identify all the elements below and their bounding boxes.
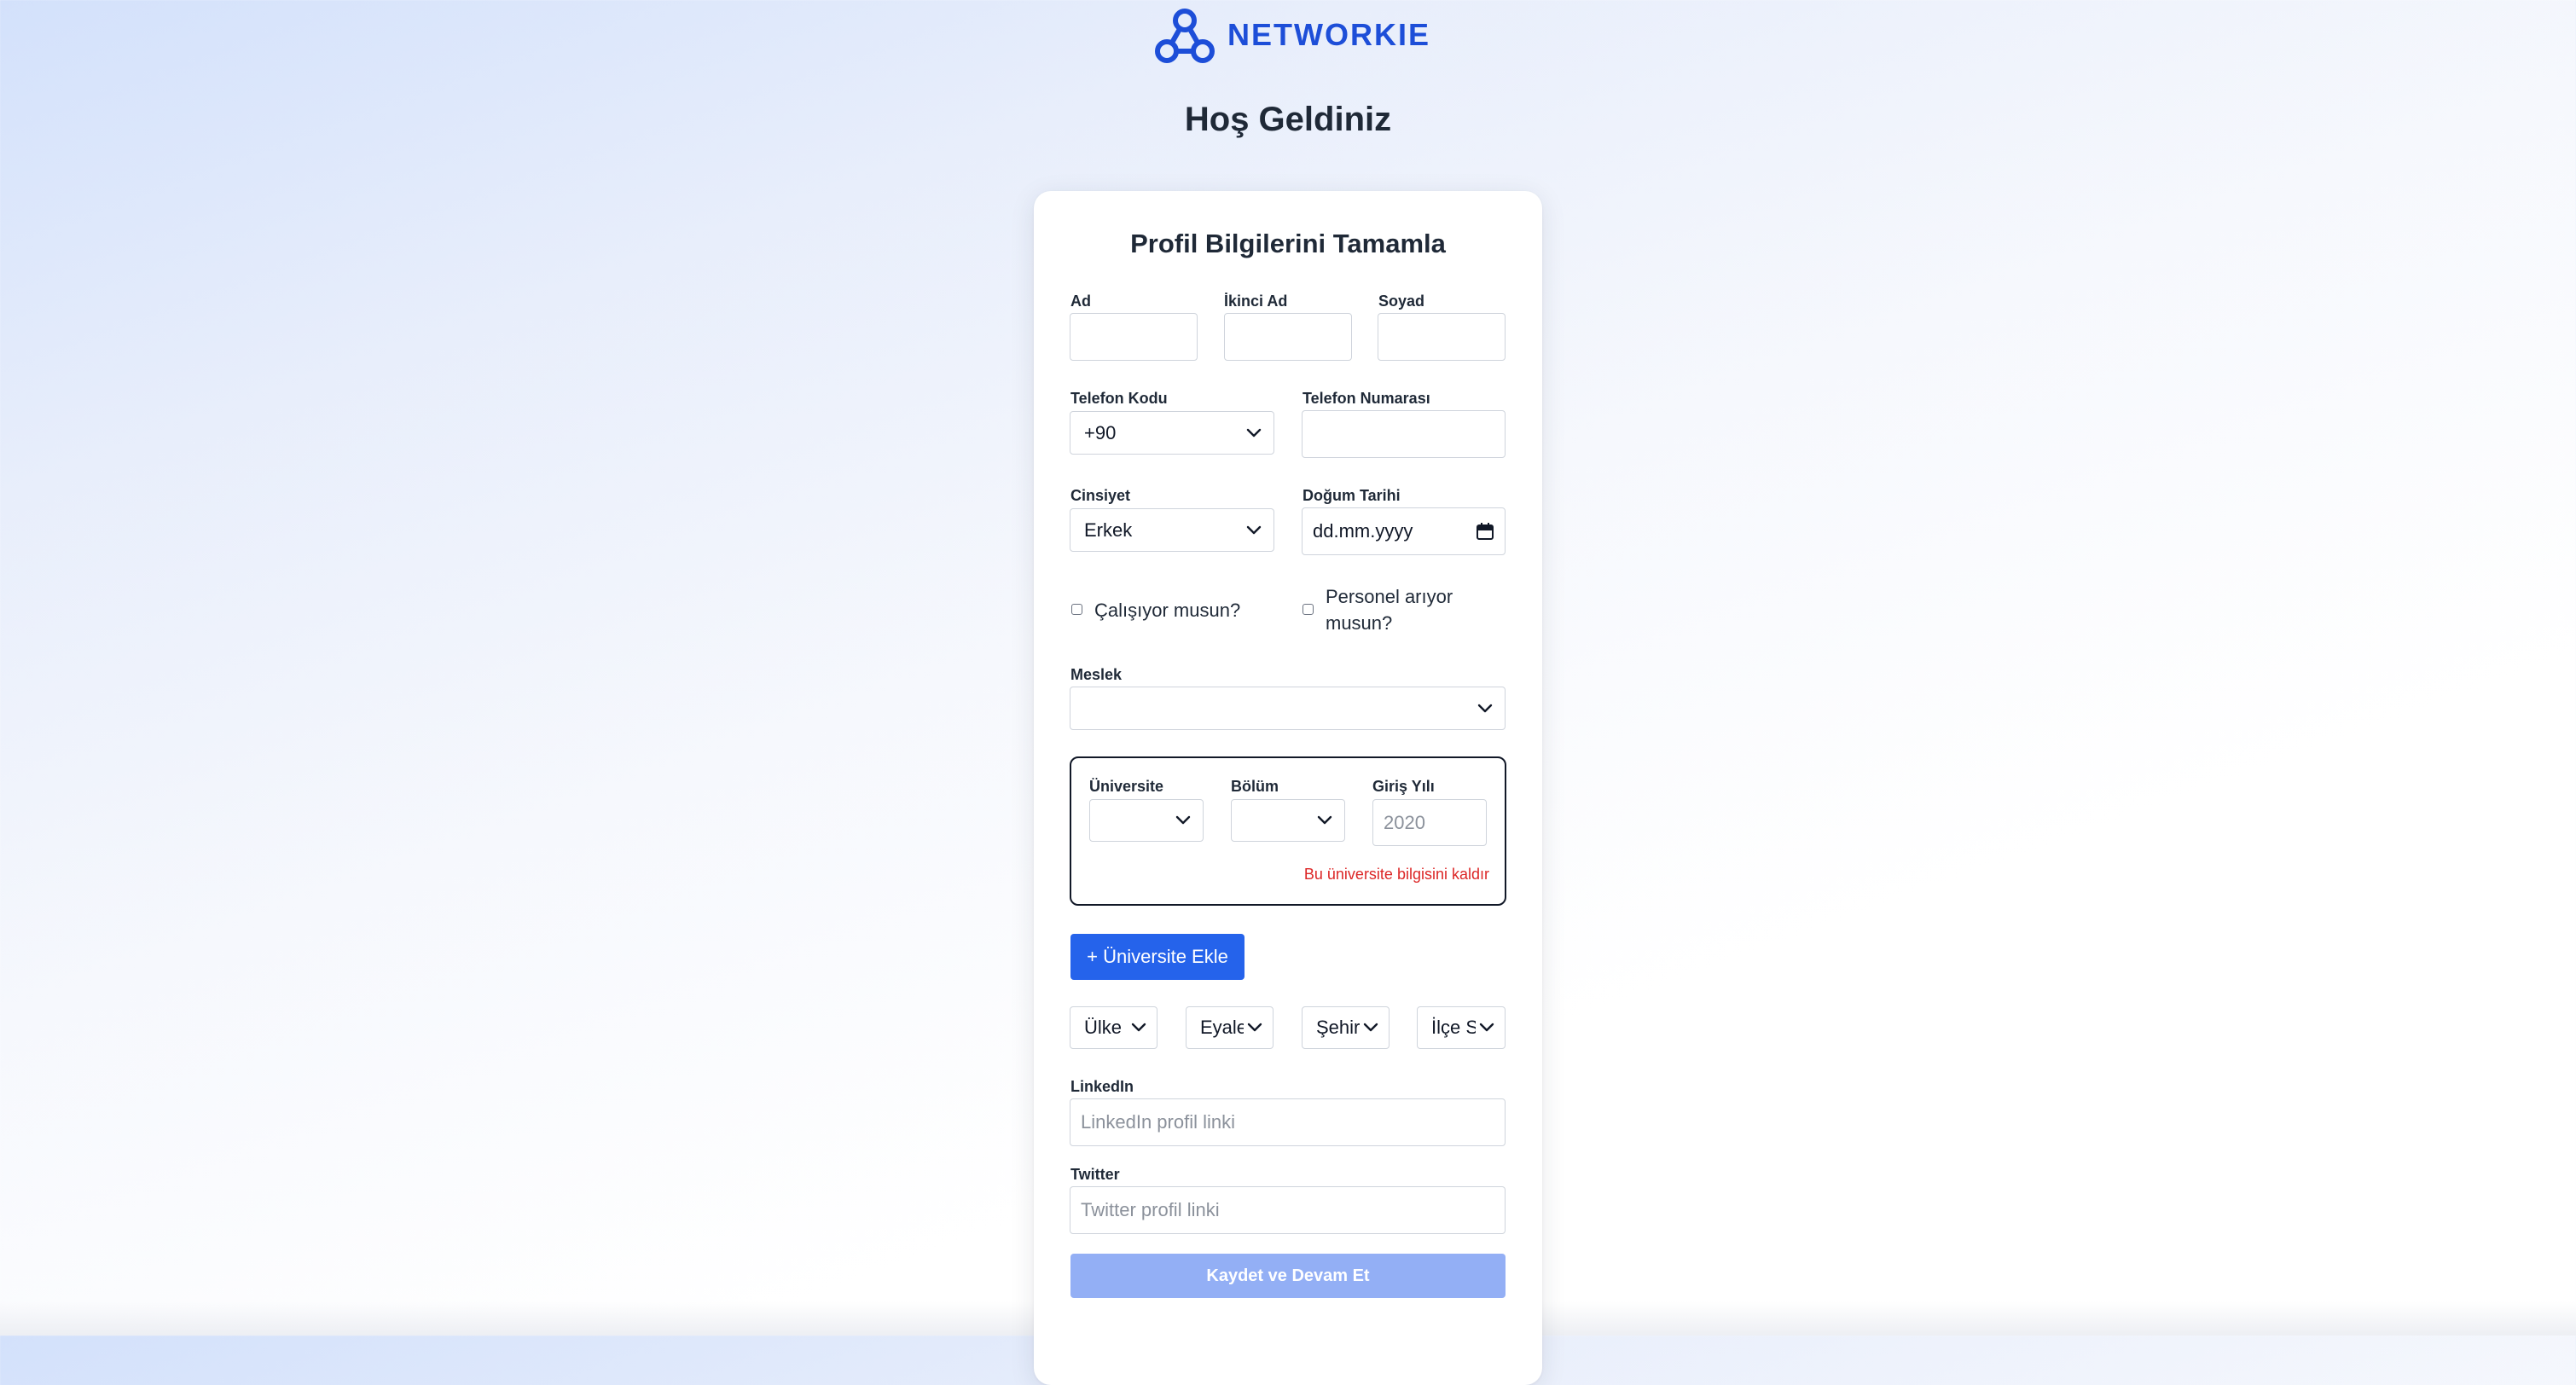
profession-label: Meslek — [1070, 666, 1123, 683]
entry-year-label: Giriş Yılı — [1372, 778, 1435, 795]
chevron-down-icon — [1175, 815, 1191, 825]
phone-number-field[interactable] — [1302, 410, 1506, 458]
university-label: Üniversite — [1089, 778, 1164, 795]
last-name-field[interactable] — [1378, 313, 1506, 361]
twitter-label: Twitter — [1070, 1166, 1120, 1183]
birth-date-label: Doğum Tarihi — [1303, 487, 1401, 504]
entry-year-field[interactable] — [1372, 799, 1487, 846]
phone-number-label: Telefon Numarası — [1303, 390, 1430, 407]
calendar-icon[interactable] — [1476, 522, 1494, 541]
entry-year-input[interactable] — [1373, 800, 1486, 845]
form-title: Profil Bilgilerini Tamamla — [1130, 229, 1446, 258]
middle-name-input[interactable] — [1225, 314, 1351, 360]
city-select[interactable]: Şehir — [1302, 1006, 1390, 1049]
page-title: Hoş Geldiniz — [1184, 101, 1392, 138]
phone-code-select[interactable]: +90 — [1070, 411, 1274, 455]
working-checkbox-label[interactable]: Çalışıyor musun? — [1094, 597, 1240, 623]
country-select[interactable]: Ülke — [1070, 1006, 1157, 1049]
country-value: Ülke — [1084, 1017, 1123, 1038]
gender-select[interactable]: Erkek — [1070, 508, 1274, 552]
twitter-field[interactable] — [1070, 1186, 1506, 1234]
brand-name: NETWORKIE — [1227, 17, 1430, 52]
first-name-label: Ad — [1070, 293, 1091, 310]
gender-label: Cinsiyet — [1070, 487, 1131, 504]
last-name-label: Soyad — [1378, 293, 1425, 310]
state-select[interactable]: Eyalet — [1186, 1006, 1273, 1049]
chevron-down-icon — [1131, 1023, 1146, 1032]
networkie-logo-icon — [1155, 9, 1215, 63]
hiring-checkbox-label-line1[interactable]: Personel arıyor — [1326, 583, 1453, 610]
last-name-input[interactable] — [1378, 314, 1505, 360]
department-label: Bölüm — [1231, 778, 1279, 795]
save-continue-button[interactable]: Kaydet ve Devam Et — [1070, 1254, 1506, 1298]
linkedin-label: LinkedIn — [1070, 1078, 1134, 1095]
chevron-down-icon — [1246, 525, 1262, 534]
first-name-field[interactable] — [1070, 313, 1198, 361]
district-value: İlçe Seçin — [1431, 1017, 1476, 1038]
university-select[interactable] — [1089, 799, 1204, 842]
birth-date-value: dd.mm.yyyy — [1313, 520, 1413, 542]
linkedin-input[interactable] — [1070, 1099, 1505, 1145]
middle-name-label: İkinci Ad — [1224, 293, 1288, 310]
add-university-button[interactable]: + Üniversite Ekle — [1070, 934, 1244, 980]
birth-date-input[interactable]: dd.mm.yyyy — [1302, 507, 1506, 555]
chevron-down-icon — [1479, 1023, 1494, 1032]
state-value: Eyalet — [1200, 1017, 1244, 1038]
phone-code-label: Telefon Kodu — [1070, 390, 1168, 407]
phone-code-value: +90 — [1084, 421, 1117, 443]
brand-logo[interactable]: NETWORKIE — [1154, 5, 1430, 65]
city-value: Şehir — [1316, 1017, 1360, 1038]
gender-value: Erkek — [1084, 519, 1133, 541]
linkedin-field[interactable] — [1070, 1098, 1506, 1146]
hiring-checkbox-label-line2[interactable]: musun? — [1326, 610, 1392, 636]
hiring-checkbox[interactable] — [1303, 604, 1314, 615]
chevron-down-icon — [1246, 428, 1262, 437]
chevron-down-icon — [1317, 815, 1332, 825]
district-select[interactable]: İlçe Seçin — [1417, 1006, 1506, 1049]
first-name-input[interactable] — [1070, 314, 1197, 360]
twitter-input[interactable] — [1070, 1187, 1505, 1233]
middle-name-field[interactable] — [1224, 313, 1352, 361]
profession-select[interactable] — [1070, 687, 1506, 730]
phone-number-input[interactable] — [1303, 411, 1505, 457]
department-select[interactable] — [1231, 799, 1345, 842]
chevron-down-icon — [1477, 704, 1493, 712]
chevron-down-icon — [1363, 1023, 1378, 1032]
working-checkbox[interactable] — [1071, 604, 1082, 615]
chevron-down-icon — [1247, 1023, 1262, 1032]
remove-university-link[interactable]: Bu üniversite bilgisini kaldır — [1070, 866, 1489, 884]
